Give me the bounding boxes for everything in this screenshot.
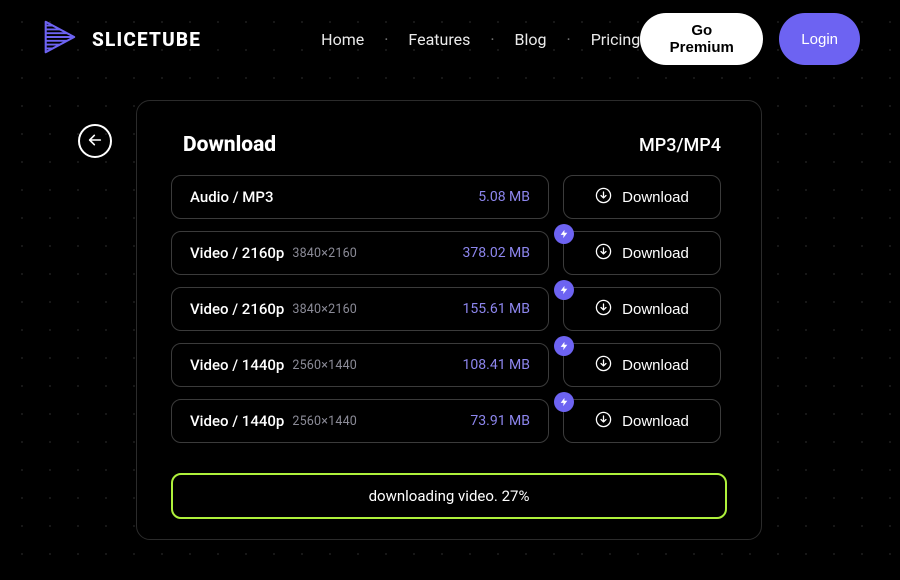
download-button[interactable]: Download (563, 399, 721, 443)
panel-title: Download (183, 133, 276, 157)
format-label: Video / 1440p (190, 356, 284, 374)
download-status: downloading video. 27% (171, 473, 727, 519)
nav-home[interactable]: Home (321, 30, 364, 49)
nav-separator: · (490, 30, 494, 49)
format-label: Video / 1440p (190, 412, 284, 430)
file-size-label: 108.41 MB (463, 357, 530, 373)
download-option-info: Video / 1440p 2560×1440 108.41 MB (171, 343, 549, 387)
download-icon (595, 411, 612, 432)
download-option-info: Audio / MP3 5.08 MB (171, 175, 549, 219)
download-row: Video / 1440p 2560×1440 108.41 MB Download (171, 343, 721, 387)
resolution-label: 3840×2160 (292, 246, 357, 261)
panel-header: Download MP3/MP4 (171, 127, 727, 175)
play-logo-icon (40, 18, 78, 60)
format-label: Video / 2160p (190, 300, 284, 318)
file-size-label: 155.61 MB (463, 301, 530, 317)
download-row: Video / 1440p 2560×1440 73.91 MB Download (171, 399, 721, 443)
nav-blog[interactable]: Blog (515, 30, 547, 49)
download-button[interactable]: Download (563, 175, 721, 219)
download-row: Audio / MP3 5.08 MB Download (171, 175, 721, 219)
download-button[interactable]: Download (563, 343, 721, 387)
nav-separator: · (567, 30, 571, 49)
download-button[interactable]: Download (563, 287, 721, 331)
back-button[interactable] (78, 124, 112, 158)
file-size-label: 5.08 MB (478, 189, 530, 205)
main-nav: Home · Features · Blog · Pricing (321, 30, 640, 49)
brand-name: SLICETUBE (92, 28, 201, 51)
download-option-info: Video / 2160p 3840×2160 155.61 MB (171, 287, 549, 331)
file-size-label: 378.02 MB (463, 245, 530, 261)
download-status-text: downloading video. 27% (369, 487, 530, 505)
download-button[interactable]: Download (563, 231, 721, 275)
resolution-label: 2560×1440 (292, 414, 357, 429)
nav-pricing[interactable]: Pricing (591, 30, 641, 49)
resolution-label: 3840×2160 (292, 302, 357, 317)
go-premium-button[interactable]: Go Premium (640, 13, 763, 65)
download-icon (595, 299, 612, 320)
download-row: Video / 2160p 3840×2160 155.61 MB Download (171, 287, 721, 331)
download-button-label: Download (622, 301, 689, 318)
resolution-label: 2560×1440 (292, 358, 357, 373)
format-label: Video / 2160p (190, 244, 284, 262)
brand[interactable]: SLICETUBE (40, 18, 201, 60)
download-button-label: Download (622, 189, 689, 206)
download-panel: Download MP3/MP4 Audio / MP3 5.08 MB Downl… (136, 100, 762, 540)
header-actions: Go Premium Login (640, 13, 860, 65)
bolt-badge-icon (554, 280, 574, 300)
nav-separator: · (384, 30, 388, 49)
bolt-badge-icon (554, 224, 574, 244)
file-size-label: 73.91 MB (470, 413, 530, 429)
format-label: MP3/MP4 (639, 135, 721, 156)
top-bar: SLICETUBE Home · Features · Blog · Prici… (0, 0, 900, 78)
download-option-info: Video / 1440p 2560×1440 73.91 MB (171, 399, 549, 443)
download-icon (595, 355, 612, 376)
bolt-badge-icon (554, 336, 574, 356)
download-icon (595, 243, 612, 264)
download-row: Video / 2160p 3840×2160 378.02 MB Download (171, 231, 721, 275)
download-button-label: Download (622, 413, 689, 430)
login-button[interactable]: Login (779, 13, 860, 65)
download-option-info: Video / 2160p 3840×2160 378.02 MB (171, 231, 549, 275)
download-options-list: Audio / MP3 5.08 MB Download Video / 2160p 3… (171, 175, 727, 473)
download-button-label: Download (622, 357, 689, 374)
arrow-left-icon (87, 132, 103, 151)
nav-features[interactable]: Features (408, 30, 470, 49)
format-label: Audio / MP3 (190, 188, 274, 206)
download-button-label: Download (622, 245, 689, 262)
download-icon (595, 187, 612, 208)
bolt-badge-icon (554, 392, 574, 412)
